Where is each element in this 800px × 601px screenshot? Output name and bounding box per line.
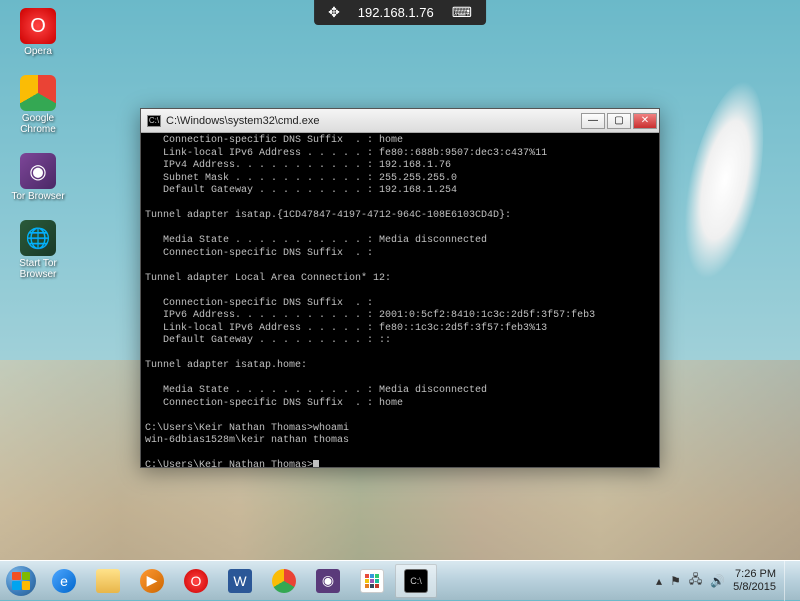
system-tray: ▴ ⚑ 🖧 🔊 7:26 PM 5/8/2015: [656, 561, 800, 600]
remote-ip: 192.168.1.76: [358, 5, 434, 20]
taskbar-item-wmp[interactable]: ▶: [131, 564, 173, 598]
desktop-icon-start-tor[interactable]: 🌐 Start Tor Browser: [8, 220, 68, 280]
maximize-button[interactable]: ▢: [607, 113, 631, 129]
desktop-icon-label: Tor Browser: [11, 191, 64, 202]
network-icon[interactable]: 🖧: [689, 570, 702, 591]
keyboard-icon[interactable]: ⌨: [452, 4, 472, 21]
desktop-icon-tor-browser[interactable]: ◉ Tor Browser: [8, 153, 68, 202]
clock-time: 7:26 PM: [733, 568, 776, 581]
taskbar-clock[interactable]: 7:26 PM 5/8/2015: [733, 568, 776, 593]
taskbar-item-apps[interactable]: [351, 564, 393, 598]
cmd-window: C:\ C:\Windows\system32\cmd.exe — ▢ ✕ Co…: [140, 108, 660, 468]
apps-grid-icon: [360, 569, 384, 593]
taskbar: e ▶ O W ◉ C:\ ▴ ⚑ 🖧 🔊 7:26 PM 5/8/2015: [0, 560, 800, 600]
taskbar-item-explorer[interactable]: [87, 564, 129, 598]
opera-icon: O: [20, 8, 56, 44]
cmd-title: C:\Windows\system32\cmd.exe: [166, 115, 581, 127]
tray-chevron-icon[interactable]: ▴: [656, 574, 662, 588]
minimize-button[interactable]: —: [581, 113, 605, 129]
show-desktop-button[interactable]: [784, 561, 794, 601]
desktop-icon-label: Google Chrome: [8, 113, 68, 135]
tor-icon: ◉: [20, 153, 56, 189]
cmd-icon: C:\: [147, 115, 161, 127]
desktop-icon-label: Opera: [24, 46, 52, 57]
cmd-icon: C:\: [404, 569, 428, 593]
remote-connection-bar: ✥ 192.168.1.76 ⌨: [314, 0, 486, 25]
window-controls: — ▢ ✕: [581, 113, 657, 129]
close-button[interactable]: ✕: [633, 113, 657, 129]
wmp-icon: ▶: [140, 569, 164, 593]
tor-icon: ◉: [316, 569, 340, 593]
cmd-titlebar[interactable]: C:\ C:\Windows\system32\cmd.exe — ▢ ✕: [141, 109, 659, 133]
taskbar-item-word[interactable]: W: [219, 564, 261, 598]
taskbar-item-opera[interactable]: O: [175, 564, 217, 598]
chrome-icon: [272, 569, 296, 593]
taskbar-item-cmd[interactable]: C:\: [395, 564, 437, 598]
word-icon: W: [228, 569, 252, 593]
volume-icon[interactable]: 🔊: [710, 574, 725, 588]
taskbar-item-chrome[interactable]: [263, 564, 305, 598]
wallpaper-feather: [670, 75, 780, 285]
start-button[interactable]: [0, 561, 42, 601]
desktop-icon-opera[interactable]: O Opera: [8, 8, 68, 57]
ie-icon: e: [52, 569, 76, 593]
taskbar-item-tor[interactable]: ◉: [307, 564, 349, 598]
taskbar-item-ie[interactable]: e: [43, 564, 85, 598]
desktop-icons: O Opera Google Chrome ◉ Tor Browser 🌐 St…: [8, 8, 68, 280]
opera-icon: O: [184, 569, 208, 593]
action-center-icon[interactable]: ⚑: [670, 574, 681, 588]
desktop-icon-label: Start Tor Browser: [8, 258, 68, 280]
move-icon[interactable]: ✥: [328, 4, 340, 21]
clock-date: 5/8/2015: [733, 581, 776, 594]
folder-icon: [96, 569, 120, 593]
cmd-output[interactable]: Connection-specific DNS Suffix . : home …: [141, 133, 659, 467]
globe-icon: 🌐: [20, 220, 56, 256]
chrome-icon: [20, 75, 56, 111]
desktop-icon-chrome[interactable]: Google Chrome: [8, 75, 68, 135]
windows-logo-icon: [6, 566, 36, 596]
